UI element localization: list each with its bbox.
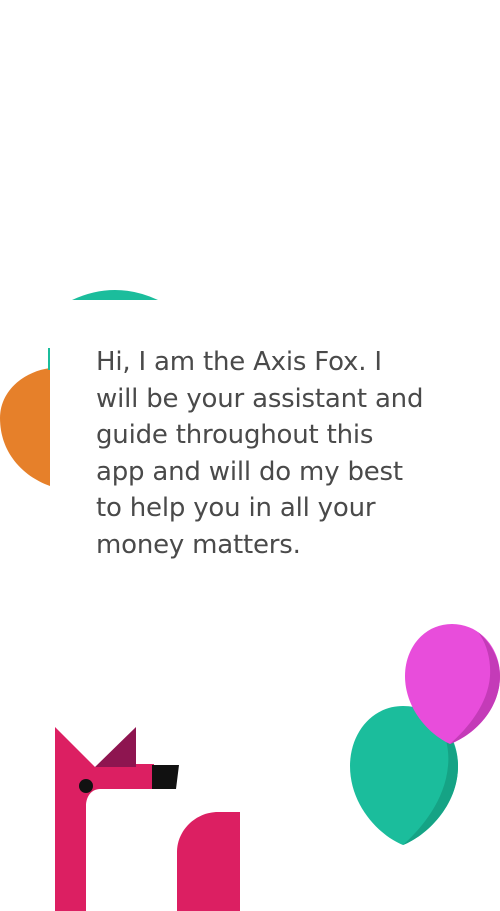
axis-fox-icon <box>55 727 240 911</box>
onboarding-screen: Hi, I am the Axis Fox. I will be your as… <box>0 0 500 911</box>
